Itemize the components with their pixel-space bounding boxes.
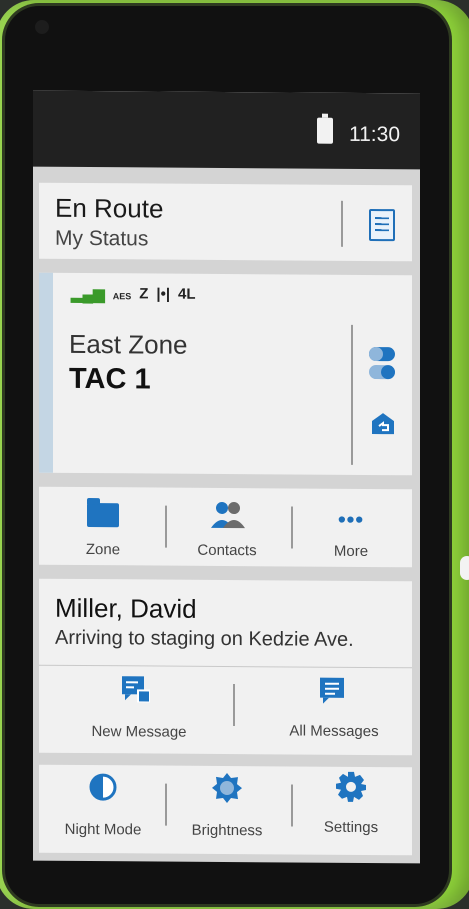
- indicator-row: ▂▄▆ AES Z |•| 4L: [71, 285, 196, 304]
- toggle-icon[interactable]: [369, 345, 397, 381]
- nav-label: Zone: [85, 541, 121, 559]
- nav-contacts[interactable]: Contacts: [167, 496, 287, 567]
- nav-zone[interactable]: Zone: [43, 495, 163, 566]
- checklist-icon[interactable]: [369, 208, 395, 242]
- new-message-button[interactable]: New Message: [69, 675, 209, 746]
- separator: [39, 664, 412, 669]
- night-mode-label: Night Mode: [64, 820, 142, 839]
- brightness-icon: [212, 773, 242, 804]
- nav-label: More: [333, 542, 369, 560]
- folder-icon: [87, 503, 119, 528]
- all-messages-button[interactable]: All Messages: [261, 676, 407, 747]
- home-return-icon[interactable]: [371, 411, 395, 435]
- signal-icon: ▂▄▆: [71, 285, 105, 304]
- divider: [233, 684, 235, 727]
- all-messages-icon: [320, 677, 344, 704]
- nav-card: Zone Contacts ••• More: [39, 486, 412, 568]
- brightness-label: Brightness: [191, 821, 263, 840]
- device-case: 11:30 En Route My Status ▂▄▆ AES Z |•| 4…: [0, 0, 469, 909]
- contacts-icon: [211, 501, 245, 529]
- night-mode-icon: [89, 773, 117, 801]
- more-icon: •••: [337, 506, 365, 532]
- talkaround-icon: |•|: [156, 285, 171, 303]
- scan-icon: Z: [139, 285, 149, 303]
- status-card[interactable]: En Route My Status: [39, 182, 412, 262]
- message-sender: Miller, David: [55, 592, 197, 624]
- channel-name: TAC 1: [69, 362, 151, 396]
- side-button[interactable]: [460, 556, 469, 580]
- power-low-icon: 4L: [178, 285, 196, 303]
- zone-card: ▂▄▆ AES Z |•| 4L East Zone TAC 1: [39, 272, 412, 476]
- nav-more[interactable]: ••• More: [291, 496, 411, 567]
- screen: 11:30 En Route My Status ▂▄▆ AES Z |•| 4…: [33, 90, 420, 864]
- settings-button[interactable]: Settings: [291, 771, 411, 845]
- brightness-button[interactable]: Brightness: [167, 773, 287, 845]
- camera: [35, 20, 49, 34]
- nav-label: Contacts: [197, 541, 257, 560]
- gear-icon: [336, 771, 366, 802]
- new-message-icon: [122, 676, 150, 703]
- message-text: Arriving to staging on Kedzie Ave.: [55, 626, 354, 651]
- new-message-label: New Message: [91, 723, 187, 741]
- status-title: En Route: [55, 192, 164, 224]
- message-card: Miller, David Arriving to staging on Ked…: [39, 578, 412, 756]
- device-bezel: 11:30 En Route My Status ▂▄▆ AES Z |•| 4…: [5, 6, 449, 904]
- clock: 11:30: [349, 122, 400, 147]
- night-mode-button[interactable]: Night Mode: [43, 773, 163, 844]
- zone-name: East Zone: [69, 328, 188, 360]
- divider: [351, 324, 353, 465]
- settings-card: Night Mode Brightness Settings: [39, 764, 412, 856]
- zone-stripe: [39, 272, 53, 473]
- status-subtitle: My Status: [55, 226, 149, 251]
- aes-icon: AES: [112, 291, 132, 302]
- battery-icon: [317, 117, 333, 144]
- status-bar: 11:30: [33, 90, 420, 170]
- divider: [341, 200, 343, 247]
- settings-label: Settings: [323, 818, 379, 837]
- all-messages-label: All Messages: [289, 722, 379, 741]
